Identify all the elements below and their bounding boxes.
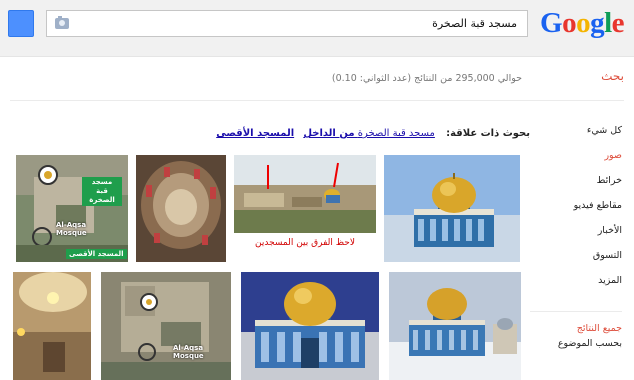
dome-front-photo bbox=[241, 272, 379, 380]
nav-item-images[interactable]: صور bbox=[532, 149, 622, 174]
dome-snow-photo bbox=[389, 272, 521, 380]
related-searches: بحوث ذات علاقة: مسجد قبة الصخرة من الداخ… bbox=[210, 128, 530, 139]
camera-icon[interactable] bbox=[55, 16, 69, 29]
nav-divider bbox=[530, 311, 622, 312]
image-label: Al-Aqsa Mosque bbox=[173, 344, 204, 360]
search-input[interactable] bbox=[81, 13, 521, 34]
search-label: بحث bbox=[601, 69, 624, 83]
dome-photo bbox=[384, 155, 520, 262]
image-result[interactable] bbox=[234, 155, 376, 233]
divider bbox=[10, 100, 624, 101]
related-link-bold: من الداخل bbox=[303, 128, 355, 139]
nav-item-videos[interactable]: مقاطع فيديو bbox=[532, 199, 622, 224]
nav-item-shopping[interactable]: التسوق bbox=[532, 249, 622, 274]
image-result[interactable] bbox=[384, 155, 520, 262]
related-link-dome-interior[interactable]: مسجد قبة الصخرة من الداخل bbox=[303, 128, 435, 139]
aerial-map-photo bbox=[16, 155, 128, 262]
google-logo[interactable]: Google bbox=[540, 7, 625, 40]
image-result[interactable] bbox=[13, 272, 91, 380]
image-label: Al-Aqsa Mosque bbox=[56, 221, 87, 237]
aerial-map-photo bbox=[101, 272, 231, 380]
image-result[interactable] bbox=[389, 272, 521, 380]
search-box[interactable] bbox=[46, 10, 528, 37]
related-link-bold: المسجد الأقصى bbox=[216, 128, 295, 139]
image-tag: المسجد الأقصى bbox=[66, 249, 127, 259]
filter-all-results[interactable]: جميع النتائج bbox=[558, 323, 622, 334]
logo-letter: o bbox=[576, 7, 591, 39]
nav-item-everything[interactable]: كل شيء bbox=[532, 124, 622, 149]
result-stats: حوالي 295,000 من النتائج (عدد الثواني: 0… bbox=[331, 73, 522, 84]
search-button[interactable] bbox=[8, 10, 34, 37]
interior-photo bbox=[136, 155, 226, 262]
nav-item-more[interactable]: المزيد bbox=[532, 274, 622, 299]
nav-item-news[interactable]: الأخبار bbox=[532, 224, 622, 249]
sidebar-nav: كل شيء صور خرائط مقاطع فيديو الأخبار الت… bbox=[530, 124, 622, 312]
logo-letter: g bbox=[590, 7, 605, 39]
logo-letter: l bbox=[604, 7, 612, 39]
logo-letter: G bbox=[540, 7, 563, 39]
related-link-text: مسجد قبة الصخرة bbox=[357, 128, 435, 139]
rock-cave-photo bbox=[13, 272, 91, 380]
filter-by-subject[interactable]: بحسب الموضوع bbox=[558, 338, 622, 349]
nav-filters: جميع النتائج بحسب الموضوع bbox=[558, 323, 622, 349]
header-bar: Google bbox=[0, 0, 634, 57]
nav-item-maps[interactable]: خرائط bbox=[532, 174, 622, 199]
logo-letter: o bbox=[562, 7, 577, 39]
image-result[interactable] bbox=[136, 155, 226, 262]
logo-letter: e bbox=[611, 7, 625, 39]
related-label: بحوث ذات علاقة: bbox=[446, 128, 530, 139]
image-result[interactable] bbox=[241, 272, 379, 380]
image-result[interactable]: مسجد قبة الصخرة Al-Aqsa Mosque المسجد ال… bbox=[16, 155, 128, 262]
jerusalem-panorama bbox=[234, 155, 376, 233]
image-tag: مسجد قبة الصخرة bbox=[82, 177, 122, 206]
image-result[interactable]: Al-Aqsa Mosque bbox=[101, 272, 231, 380]
image-caption: لاحظ الفرق بين المسجدين bbox=[254, 238, 355, 248]
related-link-aqsa[interactable]: المسجد الأقصى bbox=[216, 128, 294, 139]
